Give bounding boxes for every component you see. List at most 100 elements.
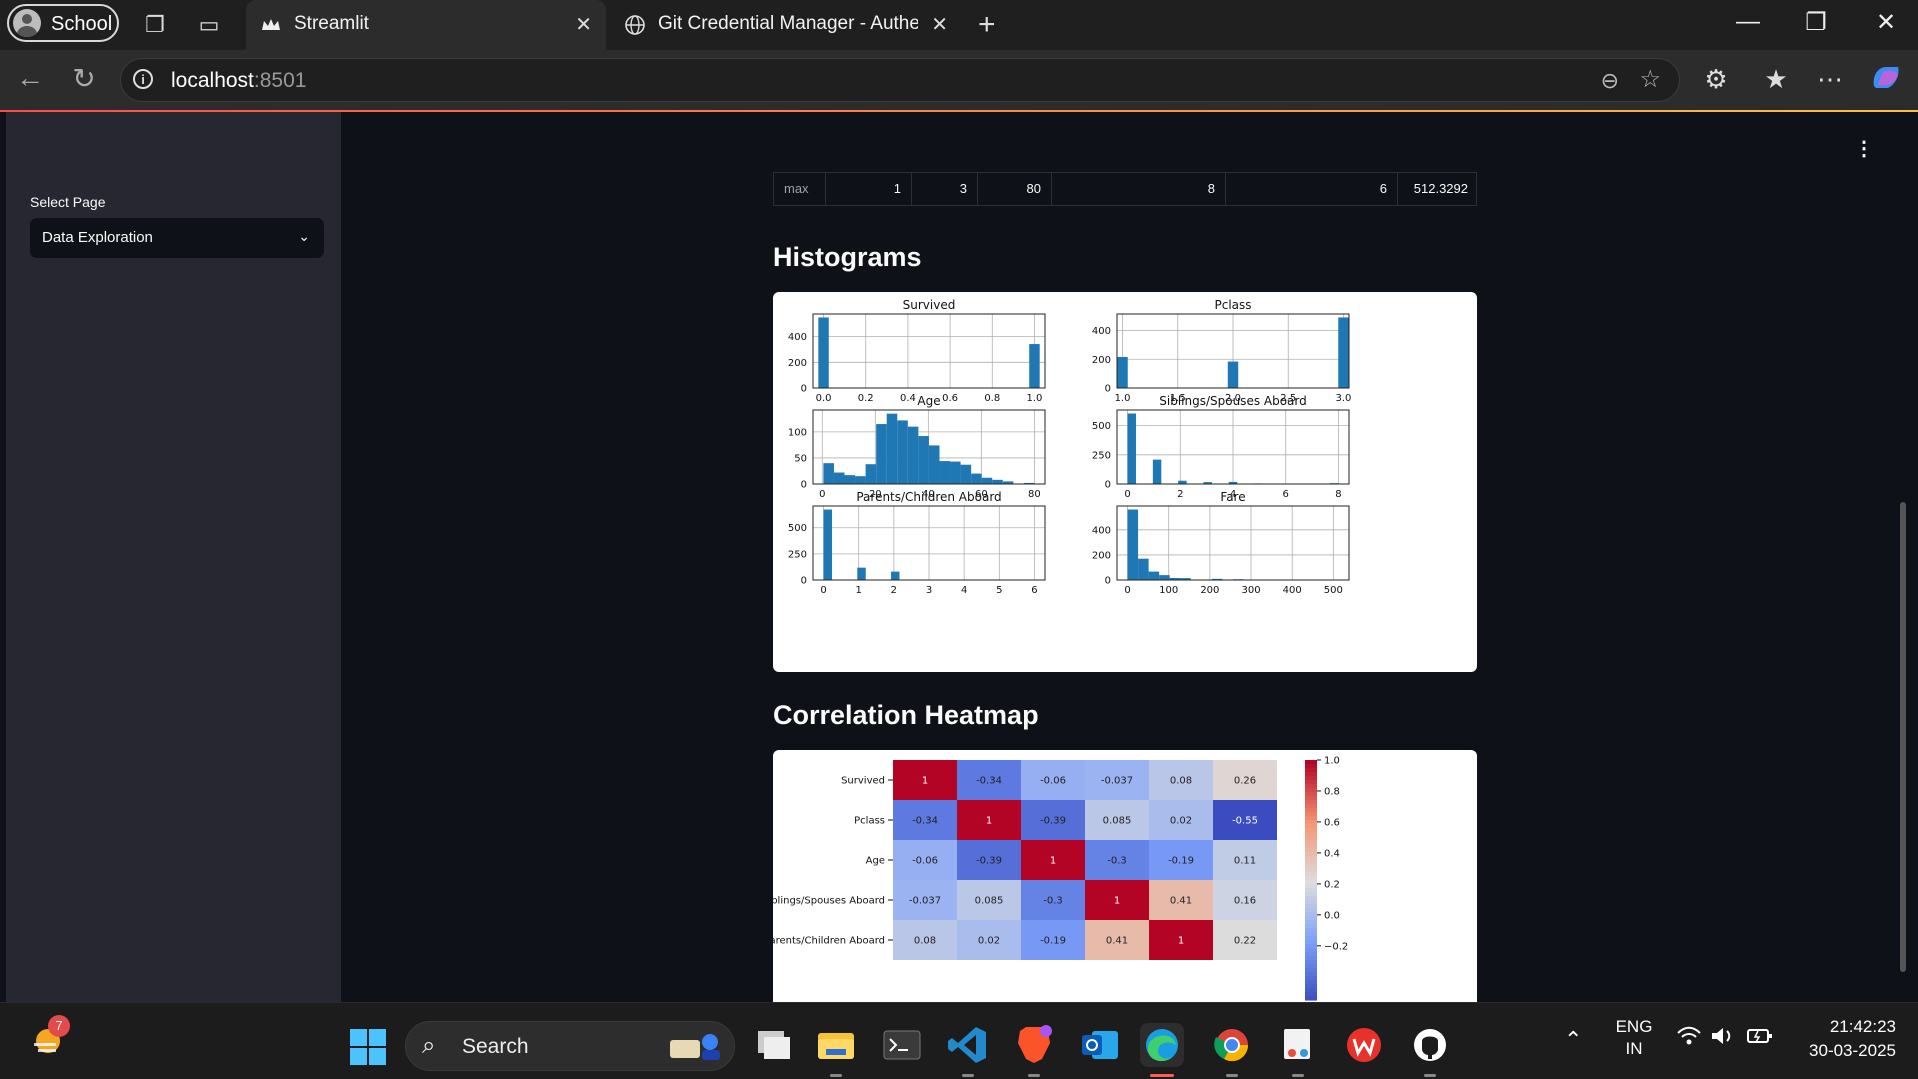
x-tick-label: 5 <box>996 585 1002 596</box>
show-hidden-icons-icon[interactable]: ⌃ <box>1564 1027 1582 1053</box>
heatmap-cell-value: 0.02 <box>1170 816 1192 827</box>
search-highlight-icon <box>664 1026 726 1066</box>
heatmap-cell-value: 0.16 <box>1234 896 1256 907</box>
close-tab-icon[interactable]: ✕ <box>931 12 948 37</box>
x-tick-label: 80 <box>1028 489 1041 500</box>
colorbar-tick-label: 0.4 <box>1324 848 1340 859</box>
outlook-icon[interactable] <box>1078 1023 1122 1067</box>
x-tick-label: 6 <box>1031 585 1037 596</box>
file-explorer-icon[interactable] <box>814 1023 858 1067</box>
terminal-icon[interactable] <box>880 1023 924 1067</box>
histogram-bar <box>1338 317 1348 388</box>
heatmap-row: Age-0.06-0.391-0.3-0.190.11 <box>866 840 1277 880</box>
brave-icon[interactable] <box>1012 1023 1056 1067</box>
vs-code-icon[interactable] <box>946 1023 990 1067</box>
favorites-icon[interactable]: ★ <box>1758 64 1794 95</box>
histogram-bar <box>823 463 834 484</box>
stats-table[interactable]: max 1 3 80 8 6 512.3292 <box>773 172 1477 206</box>
chevron-down-icon: ⌄ <box>298 228 310 245</box>
new-tab-icon[interactable]: + <box>978 8 996 42</box>
clock-time: 21:42:23 <box>1796 1017 1896 1037</box>
edge-icon[interactable] <box>1140 1023 1184 1067</box>
x-tick-label: 0.0 <box>816 393 832 404</box>
histogram-bar <box>961 465 972 484</box>
windows-start-icon[interactable] <box>350 1029 386 1065</box>
table-row-index: max <box>774 173 826 205</box>
colorbar-segment <box>1305 940 1317 945</box>
favorite-star-icon[interactable]: ☆ <box>1639 65 1661 94</box>
site-info-icon[interactable]: i <box>133 69 153 89</box>
wifi-icon[interactable] <box>1676 1025 1702 1052</box>
volume-icon[interactable] <box>1710 1025 1736 1052</box>
heatmap-cell-value: 0.02 <box>978 936 1000 947</box>
restore-icon[interactable]: ❐ <box>1796 8 1836 37</box>
x-tick-label: 0.8 <box>984 393 1000 404</box>
heatmap-cell-value: 0.08 <box>1170 776 1192 787</box>
task-view-icon[interactable] <box>752 1023 796 1067</box>
copilot-icon[interactable] <box>1868 64 1904 99</box>
vertical-tabs-icon[interactable]: ▭ <box>194 10 224 40</box>
taskbar-search[interactable]: ⌕ Search <box>405 1021 735 1071</box>
extensions-icon[interactable]: ⚙ <box>1698 64 1734 95</box>
colorbar-tick-label: 0.2 <box>1324 879 1340 890</box>
close-window-icon[interactable]: ✕ <box>1866 8 1906 37</box>
tab-streamlit[interactable]: Streamlit ✕ <box>246 0 606 50</box>
colorbar-segment <box>1305 796 1317 801</box>
heatmap-cell-value: -0.037 <box>1101 776 1133 787</box>
colorbar-segment <box>1305 868 1317 873</box>
histogram-bar <box>876 424 887 484</box>
heatmap-cell-value: -0.19 <box>1040 936 1066 947</box>
more-menu-icon[interactable]: ⋯ <box>1812 64 1848 95</box>
tab-git-credential-manager[interactable]: Git Credential Manager - Authent ✕ <box>610 0 962 50</box>
colorbar-segment <box>1305 812 1317 817</box>
histograms-chart: 0.00.20.40.60.81.00200400Survived1.01.52… <box>773 292 1477 672</box>
workspaces-icon[interactable]: ❐ <box>140 10 170 40</box>
histogram-bar <box>982 478 993 484</box>
histogram-bar <box>834 473 845 484</box>
chrome-icon[interactable] <box>1210 1023 1254 1067</box>
colorbar-segment <box>1305 984 1317 989</box>
histogram-bar <box>887 414 898 484</box>
table-cell: 8 <box>1052 173 1226 205</box>
page-select[interactable]: Data Exploration ⌄ <box>30 218 324 258</box>
heatmap-cell-value: -0.39 <box>1040 816 1066 827</box>
histogram-survived: 0.00.20.40.60.81.00200400Survived <box>788 298 1045 404</box>
url-text: localhost:8501 <box>171 69 306 93</box>
notification-badge: 7 <box>48 1015 70 1037</box>
colorbar-segment <box>1305 884 1317 889</box>
zoom-icon[interactable]: ⊖ <box>1601 68 1619 94</box>
x-tick-label: 3.0 <box>1336 393 1352 404</box>
histogram-bar <box>918 436 929 484</box>
y-tick-label: 0 <box>1105 384 1111 395</box>
colorbar-segment <box>1305 856 1317 861</box>
x-tick-label: 0 <box>820 585 826 596</box>
main-menu-icon[interactable]: ⋮ <box>1854 136 1874 161</box>
clock[interactable]: 21:42:23 30-03-2025 <box>1796 1017 1896 1061</box>
battery-icon[interactable] <box>1746 1025 1774 1052</box>
heatmap-heading: Correlation Heatmap <box>773 700 1039 731</box>
language-indicator[interactable]: ENG IN <box>1614 1017 1654 1059</box>
heatmap-cell-value: 0.11 <box>1234 856 1256 867</box>
colorbar-segment <box>1305 808 1317 813</box>
heatmap-cell-value: 0.22 <box>1234 936 1256 947</box>
snipping-tool-icon[interactable] <box>1276 1023 1320 1067</box>
address-bar[interactable]: i localhost:8501 ⊖ ☆ <box>120 58 1680 102</box>
heatmap-cell-value: 1 <box>1178 936 1184 947</box>
back-icon[interactable]: ← <box>12 62 48 94</box>
github-desktop-icon[interactable] <box>1408 1023 1452 1067</box>
histogram-bar <box>992 480 1003 484</box>
wps-office-icon[interactable] <box>1342 1023 1386 1067</box>
minimize-icon[interactable]: — <box>1728 8 1768 36</box>
histogram-bar <box>1128 510 1139 580</box>
close-tab-icon[interactable]: ✕ <box>575 12 592 37</box>
profile-button[interactable]: School <box>7 4 119 42</box>
x-tick-label: 1.0 <box>1115 393 1131 404</box>
colorbar-segment <box>1305 844 1317 849</box>
x-tick-label: 8 <box>1335 489 1341 500</box>
x-tick-label: 2 <box>891 585 897 596</box>
reload-icon[interactable]: ↻ <box>66 62 102 95</box>
colorbar-segment <box>1305 964 1317 969</box>
streamlit-crown-icon <box>260 14 282 36</box>
colorbar-segment <box>1305 860 1317 865</box>
scrollbar-thumb[interactable] <box>1900 502 1906 972</box>
